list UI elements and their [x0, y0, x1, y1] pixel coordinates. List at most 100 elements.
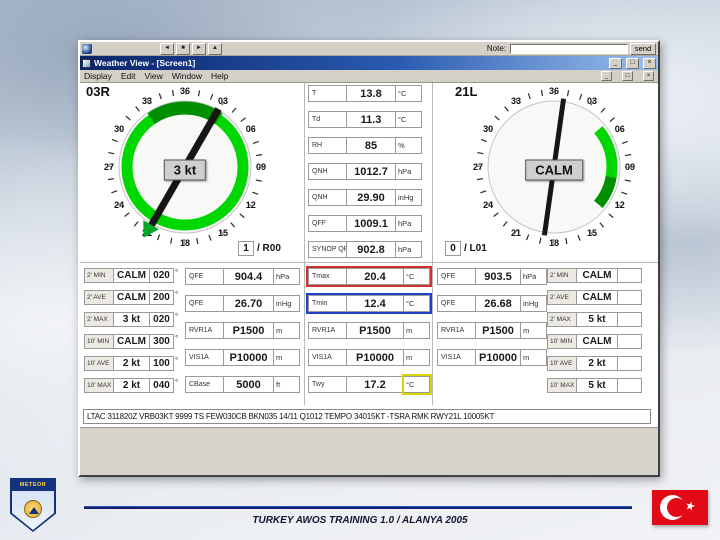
wind-stat-direction	[618, 356, 642, 371]
toolbar-button-1[interactable]: ◄	[160, 42, 174, 55]
readout-row: SYNOP QFE 902.8 hPa	[308, 241, 422, 258]
compass-label: 09	[624, 162, 636, 172]
divider	[432, 83, 433, 405]
note-input[interactable]	[510, 43, 628, 54]
menu-window[interactable]: Window	[172, 71, 202, 81]
menu-edit[interactable]: Edit	[121, 71, 136, 81]
readout-label: QNH	[308, 163, 346, 180]
selector-right-value[interactable]: 0	[445, 241, 461, 256]
menubar: Display Edit View Window Help _ □ ×	[80, 70, 658, 83]
readout-unit: m	[404, 349, 430, 366]
wind-stat-label: 2' MIN	[84, 268, 114, 283]
wind-stat-direction: 100	[150, 356, 174, 371]
wind-stat-label: 10' AVE	[84, 356, 114, 371]
wind-stat-unit	[642, 356, 651, 371]
minimize-button[interactable]: _	[609, 57, 622, 69]
wind-stat-row: 2' AVE CALM	[547, 290, 651, 305]
close-button[interactable]: ×	[643, 57, 656, 69]
wind-stat-direction: 020	[150, 268, 174, 283]
readout-unit: hPa	[521, 268, 547, 285]
wind-stat-row: 2' MIN CALM 020 °	[84, 268, 183, 283]
compass-label: 36	[179, 86, 191, 96]
readout-row: VIS1A P10000 m	[185, 349, 300, 366]
app-icon	[82, 43, 92, 54]
wind-stat-speed: CALM	[114, 290, 150, 305]
selector-left-value[interactable]: 1	[238, 241, 254, 256]
readout-label: QFE	[437, 268, 475, 285]
restore-button[interactable]: □	[626, 57, 639, 69]
compass-label: 24	[483, 200, 494, 210]
window-title: Weather View - [Screen1]	[94, 58, 196, 68]
readout-label: QFE	[185, 295, 223, 312]
readout-value: P10000	[346, 349, 404, 366]
wind-stat-unit: °	[175, 356, 179, 365]
readout-label: Td	[308, 111, 346, 128]
send-button[interactable]: send	[630, 42, 656, 55]
selector-left[interactable]: 1 / R00	[238, 241, 281, 256]
wind-stat-speed: 5 kt	[577, 312, 618, 327]
wind-stat-direction: 020	[150, 312, 174, 327]
readout-label: Tmax	[308, 268, 346, 285]
mdi-close-button[interactable]: ×	[643, 71, 654, 81]
compass-label: 06	[614, 124, 625, 134]
compass-label: 21	[510, 227, 522, 238]
wind-stat-row: 10' AVE 2 kt	[547, 356, 651, 371]
readout-label: QNH	[308, 189, 346, 206]
readout-label: QFF	[308, 215, 346, 232]
wind-stat-label: 2' MIN	[547, 268, 577, 283]
readout-value: P1500	[475, 322, 521, 339]
readout-unit: ft	[274, 376, 300, 393]
mdi-restore-button[interactable]: □	[622, 71, 633, 81]
toolbar-button-3[interactable]: ►	[192, 42, 206, 55]
compass-label: 06	[245, 124, 256, 134]
readout-unit: inHg	[521, 295, 547, 312]
readout-value: 12.4	[346, 295, 404, 312]
compass-label: 03	[586, 96, 598, 107]
readout-row: QNH 1012.7 hPa	[308, 163, 422, 180]
readout-value: P1500	[346, 322, 404, 339]
wind-speed-display-right: CALM	[525, 159, 583, 181]
compass-label: 33	[141, 96, 153, 107]
wind-stat-row: 10' MAX 2 kt 040 °	[84, 378, 183, 393]
readout-label: RH	[308, 137, 346, 154]
readout-label: Twy	[308, 376, 346, 393]
meteor-logo-emblem	[24, 500, 42, 518]
compass-label: 30	[483, 124, 494, 134]
readout-value: 13.8	[346, 85, 396, 102]
right-readouts: QFE 903.5 hPa QFE 26.68 inHg RVR1A P1500…	[437, 268, 547, 376]
wind-stat-unit	[642, 378, 651, 393]
menu-display[interactable]: Display	[84, 71, 112, 81]
readout-unit: hPa	[396, 241, 422, 258]
readout-unit: °C	[404, 295, 430, 312]
wind-stat-unit	[642, 334, 651, 349]
readout-label: Tmin	[308, 295, 346, 312]
wind-stat-unit: °	[175, 290, 179, 299]
wind-rose-left: 360306091215182124273033 3 kt	[101, 83, 269, 251]
readout-row: RVR1A P1500 m	[185, 322, 300, 339]
wind-stat-unit: °	[175, 312, 179, 321]
compass-label: 24	[114, 200, 125, 210]
wind-stat-speed: CALM	[114, 268, 150, 283]
readout-label: SYNOP QFE	[308, 241, 346, 258]
compass-label: 27	[472, 162, 484, 172]
wind-stat-label: 2' MAX	[547, 312, 577, 327]
menu-view[interactable]: View	[145, 71, 163, 81]
turkish-flag: ★	[652, 490, 708, 525]
menu-help[interactable]: Help	[211, 71, 228, 81]
selector-right[interactable]: 0 / L01	[445, 241, 487, 256]
mdi-minimize-button[interactable]: _	[601, 71, 612, 81]
wind-stat-direction	[618, 290, 642, 305]
toolbar-button-4[interactable]: ▲	[208, 42, 222, 55]
wind-stat-speed: CALM	[577, 290, 618, 305]
toolbar-button-2[interactable]: ■	[176, 42, 190, 55]
wind-stat-direction: 300	[150, 334, 174, 349]
wind-stat-label: 2' AVE	[547, 290, 577, 305]
compass-label: 09	[255, 162, 267, 172]
wind-stat-label: 2' MAX	[84, 312, 114, 327]
readout-row: QFE 26.68 inHg	[437, 295, 547, 312]
readout-label: VIS1A	[308, 349, 346, 366]
titlebar[interactable]: Weather View - [Screen1] _ □ ×	[80, 56, 658, 70]
left-readouts: QFE 904.4 hPa QFE 26.70 inHg RVR1A P1500…	[185, 268, 300, 403]
content: 03R 21L 360306091215182124273033 3 kt	[80, 83, 658, 475]
readout-unit: inHg	[274, 295, 300, 312]
